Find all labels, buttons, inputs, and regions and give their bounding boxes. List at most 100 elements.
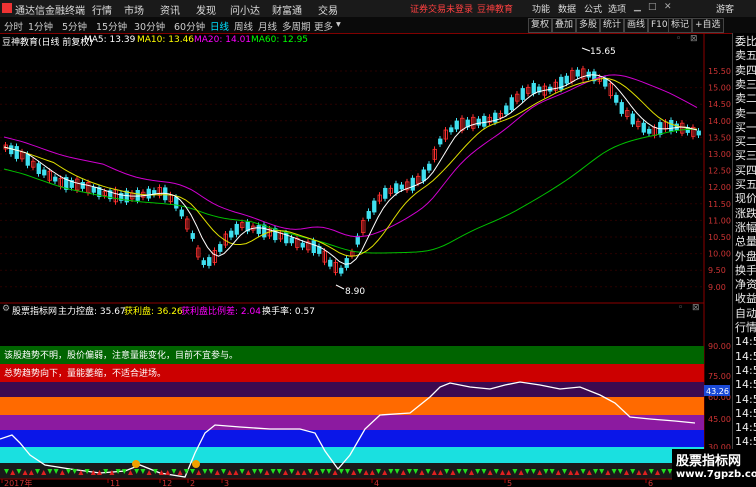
side-panel-row: 自动 xyxy=(735,306,756,320)
candle-body xyxy=(614,94,619,103)
indicator-menu-icon[interactable]: ⚙ xyxy=(2,304,10,314)
period-daily[interactable]: 日线 xyxy=(210,19,229,33)
menu-jiaoyi[interactable]: 交易 xyxy=(318,2,338,17)
guest-label[interactable]: 游客 xyxy=(716,2,734,15)
hand-icon-1 xyxy=(132,460,140,468)
chevron-down-icon[interactable]: ▾ xyxy=(336,19,341,30)
high-annotation: 15.65 xyxy=(581,47,616,57)
candle-body xyxy=(344,258,349,268)
candle-body xyxy=(383,187,388,199)
indicator-value-3: 获利盘比例差: 2.04 xyxy=(181,307,261,317)
mark-button[interactable]: 标记 xyxy=(668,18,693,33)
period-more[interactable]: 更多 xyxy=(314,19,333,33)
candle-body xyxy=(586,71,591,78)
side-panel-row: 委比 xyxy=(735,35,756,48)
x-tick-label: 2017年 xyxy=(4,478,32,487)
overlay-button[interactable]: 叠加 xyxy=(552,18,577,33)
indicator-tick-label: 75.00 xyxy=(708,372,731,381)
multi-stock-button[interactable]: 多股 xyxy=(576,18,601,33)
close-icon[interactable]: ✕ xyxy=(664,2,672,12)
candle-body xyxy=(339,267,344,274)
candle-body xyxy=(410,177,415,191)
period-monthly[interactable]: 月线 xyxy=(258,19,277,33)
x-tick-label: 12 xyxy=(162,479,172,487)
side-panel-row: 卖五 xyxy=(735,49,756,63)
side-panel-row: 总量 xyxy=(735,235,756,249)
price-tick-label: 10.50 xyxy=(708,233,731,242)
indicator-name[interactable]: 股票指标网 xyxy=(12,304,57,317)
candle-body xyxy=(372,200,377,213)
indicator-close-icon[interactable]: ⊠ xyxy=(692,303,700,313)
indicator-value-4: 换手率: 0.57 xyxy=(262,307,315,317)
period-5min[interactable]: 5分钟 xyxy=(62,19,87,33)
candle-body xyxy=(394,183,399,194)
candle-body xyxy=(531,83,536,94)
candle-body xyxy=(190,233,195,239)
price-tick-label: 12.50 xyxy=(708,167,731,176)
x-tick-label: 11 xyxy=(110,479,120,487)
watermark: 股票指标网 www.7gpzb.com xyxy=(672,449,756,487)
candle-body xyxy=(504,105,509,115)
menu-zixun[interactable]: 资讯 xyxy=(160,2,180,17)
period-30min[interactable]: 30分钟 xyxy=(134,19,165,33)
ma20-line xyxy=(3,74,698,238)
x-tick-label: 4 xyxy=(374,479,379,487)
candle-body xyxy=(454,120,459,130)
candle-body xyxy=(438,138,443,145)
side-panel-row: 14:5 xyxy=(735,406,756,420)
high-label: 15.65 xyxy=(590,47,616,57)
x-tick-label: 5 xyxy=(507,479,512,487)
price-tick-label: 12.00 xyxy=(708,183,731,192)
candle-body xyxy=(80,181,85,189)
minimize-icon[interactable]: ▁ xyxy=(634,2,641,12)
current-value: 43.26 xyxy=(706,387,729,396)
price-tick-label: 15.50 xyxy=(708,67,731,76)
side-panel-row: 换手 xyxy=(735,263,756,277)
app-title: 通达信金融终端 xyxy=(15,6,85,17)
candle-body xyxy=(229,230,234,238)
candle-body xyxy=(355,235,360,245)
draw-line-button[interactable]: 画线 xyxy=(624,18,649,33)
price-tick-label: 14.00 xyxy=(708,117,731,126)
candle-body xyxy=(482,115,487,127)
candle-body xyxy=(9,145,14,155)
menu-shichang[interactable]: 市场 xyxy=(124,2,144,17)
side-panel-row: 14:5 xyxy=(735,349,756,363)
candle-body xyxy=(91,186,96,193)
menu-faxian[interactable]: 发现 xyxy=(196,2,216,17)
period-multi[interactable]: 多周期 xyxy=(282,19,311,33)
period-fenshi[interactable]: 分时 xyxy=(4,19,23,33)
candle-body xyxy=(262,224,267,238)
period-15min[interactable]: 15分钟 xyxy=(96,19,127,33)
stats-button[interactable]: 统计 xyxy=(600,18,625,33)
menu-hangqing[interactable]: 行情 xyxy=(92,2,112,17)
menu-gongshi[interactable]: 公式 xyxy=(584,2,602,15)
side-panel-row: 卖三 xyxy=(735,77,756,91)
maximize-icon[interactable]: □ xyxy=(648,2,657,12)
menu-gongneng[interactable]: 功能 xyxy=(532,2,550,15)
fuquan-button[interactable]: 复权 xyxy=(528,18,553,33)
candle-body xyxy=(328,259,333,267)
band1-text: 该股趋势不明，股价偏弱，注意量能变化，目前不宜参与。 xyxy=(4,349,238,361)
candle-body xyxy=(575,69,580,77)
chart-area[interactable]: 15.50 15.00 14.50 14.00 13.50 13.00 12.50 12.00… xyxy=(0,33,732,487)
x-axis: 2017年 11 12 2 3 4 5 6 xyxy=(0,478,704,487)
period-60min[interactable]: 60分钟 xyxy=(174,19,205,33)
menu-caifutong[interactable]: 财富通 xyxy=(272,2,302,17)
candle-body xyxy=(179,209,184,217)
menu-shuju[interactable]: 数据 xyxy=(558,2,576,15)
add-watchlist-button[interactable]: +自选 xyxy=(692,18,724,33)
side-panel-row: 卖四 xyxy=(735,63,756,77)
period-weekly[interactable]: 周线 xyxy=(234,19,253,33)
hand-icon-2 xyxy=(192,460,200,468)
price-tick-label: 9.00 xyxy=(708,283,726,292)
indicator-value-2: 获利盘: 36.26 xyxy=(124,307,183,317)
band-purple xyxy=(0,415,704,430)
candle-body xyxy=(564,75,569,84)
candle-body xyxy=(669,120,674,132)
login-notice[interactable]: 证券交易未登录 xyxy=(410,2,473,15)
period-1min[interactable]: 1分钟 xyxy=(28,19,53,33)
menu-wenxiaoda[interactable]: 问小达 xyxy=(230,2,260,17)
indicator-settings-icon[interactable]: ◦ xyxy=(678,303,683,313)
menu-xuanxiang[interactable]: 选项 xyxy=(608,2,626,15)
